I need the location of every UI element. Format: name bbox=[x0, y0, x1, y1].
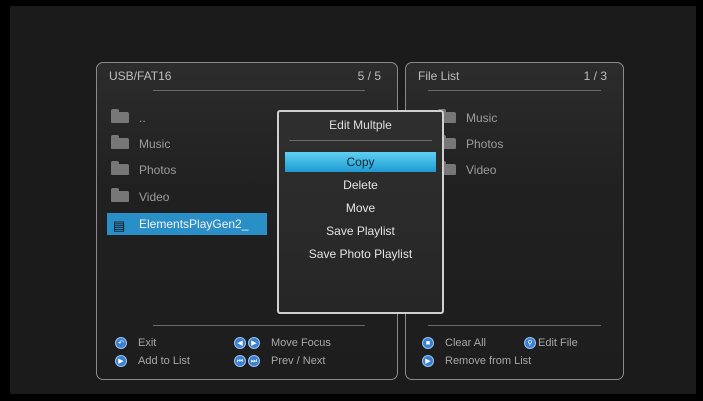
list-item-parent[interactable]: .. bbox=[111, 109, 146, 131]
right-arrow-button-icon: ▶ bbox=[248, 337, 260, 350]
back-button-icon: ↶ bbox=[115, 337, 127, 350]
divider bbox=[153, 325, 365, 326]
search-button-icon: ⚲ bbox=[524, 337, 536, 350]
play-button-icon: ▶ bbox=[115, 355, 127, 368]
hint-move-focus: ◀ ▶ Move Focus bbox=[234, 337, 331, 350]
source-panel-count: 5 / 5 bbox=[357, 69, 381, 83]
source-panel-header: USB/FAT16 5 / 5 bbox=[109, 69, 385, 89]
folder-icon bbox=[111, 135, 129, 149]
folder-icon bbox=[111, 188, 129, 202]
hint-label: Prev / Next bbox=[271, 355, 326, 367]
hint-prev-next: ⏮ ⏭ Prev / Next bbox=[234, 355, 326, 368]
hint-clear-all: ■ Clear All bbox=[422, 337, 486, 350]
file-list-title: File List bbox=[418, 69, 460, 83]
stop-button-icon: ■ bbox=[422, 337, 434, 350]
hint-label: Remove from List bbox=[445, 355, 532, 367]
list-item-selected[interactable]: ▤ ElementsPlayGen2_ bbox=[107, 213, 267, 235]
file-list-count: 1 / 3 bbox=[583, 69, 607, 83]
item-label: Music bbox=[466, 111, 498, 125]
item-label: Photos bbox=[139, 163, 177, 177]
folder-up-icon bbox=[111, 109, 129, 123]
item-label: Music bbox=[139, 137, 171, 151]
file-list-item-video[interactable]: Video bbox=[438, 161, 497, 183]
file-list-item-photos[interactable]: Photos bbox=[438, 135, 504, 157]
source-panel-title: USB/FAT16 bbox=[109, 69, 172, 83]
divider bbox=[153, 90, 365, 91]
edit-multiple-menu: Edit Multple Copy Delete Move Save Playl… bbox=[277, 110, 444, 314]
hint-label: Clear All bbox=[445, 337, 486, 349]
hint-exit: ↶ Exit bbox=[115, 337, 157, 350]
hint-remove-from-list: ▶ Remove from List bbox=[422, 355, 532, 368]
menu-item-delete[interactable]: Delete bbox=[285, 175, 436, 195]
hint-add-to-list: ▶ Add to List bbox=[115, 355, 190, 368]
list-item-music[interactable]: Music bbox=[111, 135, 171, 157]
item-label: Video bbox=[139, 190, 170, 204]
menu-item-move[interactable]: Move bbox=[285, 198, 436, 218]
item-label: .. bbox=[139, 111, 146, 125]
divider bbox=[289, 140, 432, 141]
divider bbox=[428, 90, 601, 91]
prev-button-icon: ⏮ bbox=[234, 355, 246, 368]
hint-label: Edit File bbox=[538, 337, 578, 349]
menu-item-save-photo-playlist[interactable]: Save Photo Playlist bbox=[285, 244, 436, 264]
menu-item-copy[interactable]: Copy bbox=[285, 152, 436, 172]
item-label: Photos bbox=[466, 137, 504, 151]
hint-edit-file: ⚲ Edit File bbox=[524, 337, 578, 350]
left-arrow-button-icon: ◀ bbox=[234, 337, 246, 350]
next-button-icon: ⏭ bbox=[248, 355, 260, 368]
divider bbox=[428, 325, 601, 326]
play-button-icon: ▶ bbox=[422, 355, 434, 368]
menu-title: Edit Multple bbox=[329, 118, 392, 132]
folder-icon bbox=[111, 161, 129, 175]
item-label: Video bbox=[466, 163, 497, 177]
list-item-photos[interactable]: Photos bbox=[111, 161, 177, 183]
file-list-item-music[interactable]: Music bbox=[438, 109, 498, 131]
item-label: ElementsPlayGen2_ bbox=[139, 217, 249, 231]
hint-label: Exit bbox=[138, 337, 157, 349]
file-list-header: File List 1 / 3 bbox=[418, 69, 611, 89]
hint-label: Add to List bbox=[138, 355, 190, 367]
camera-icon: ▤ bbox=[113, 218, 126, 233]
hint-label: Move Focus bbox=[271, 337, 331, 349]
menu-item-save-playlist[interactable]: Save Playlist bbox=[285, 221, 436, 241]
list-item-video[interactable]: Video bbox=[111, 188, 170, 210]
